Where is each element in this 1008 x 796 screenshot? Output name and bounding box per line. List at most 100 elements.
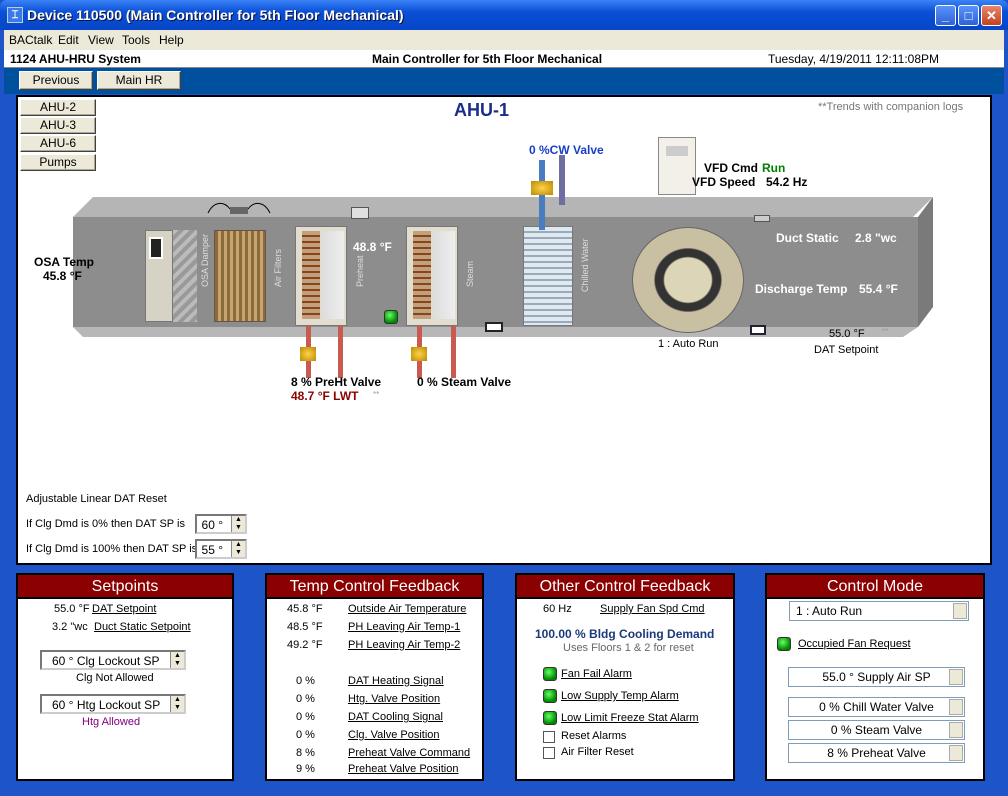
minimize-button[interactable]: _ [935,5,956,26]
diagram-title: AHU-1 [454,100,510,120]
dat-sp-link[interactable]: DAT Setpoint [92,603,156,615]
dropdown-button-icon[interactable] [953,603,967,619]
preheat-return-pipe [338,326,343,378]
mode-value: 1 : Auto Run [796,604,863,618]
close-button[interactable]: ✕ [981,5,1002,26]
fb-oat-link[interactable]: Outside Air Temperature [348,603,466,615]
menu-help[interactable]: Help [159,33,184,47]
htg-lockout-spinner[interactable]: 60 ° Htg Lockout SP ▲ ▼ [40,694,186,714]
reset-row1-label: If Clg Dmd is 0% then DAT SP is [26,518,185,530]
supply-air-sp-label: 55.0 ° Supply Air SP [822,670,931,684]
spinner-arrows-icon[interactable]: ▲ ▼ [231,516,245,532]
fb-dat-cool-link[interactable]: DAT Cooling Signal [348,711,443,723]
reset-row1-value: 60 ° [201,518,223,532]
fb-ph2-link[interactable]: PH Leaving Air Temp-2 [348,639,460,651]
title-bar: ⌶ Device 110500 (Main Controller for 5th… [0,0,1008,30]
menu-tools[interactable]: Tools [122,33,150,47]
selector-icon[interactable] [949,669,963,685]
fb-dat-heat-value: 0 % [296,675,315,687]
cw-valve-label: 0 %CW Valve [529,143,604,157]
ahu-2-button[interactable]: AHU-2 [20,99,96,116]
selector-icon[interactable] [949,745,963,761]
steam-valve-button[interactable]: 0 % Steam Valve [788,720,965,740]
setpoints-panel: Setpoints 55.0 °F DAT Setpoint 3.2 "wc D… [16,573,234,781]
freeze-stat-alarm-link[interactable]: Low Limit Freeze Stat Alarm [561,712,699,724]
fb-ph-cmd-link[interactable]: Preheat Valve Command [348,747,470,759]
reset-alarms-checkbox[interactable] [543,731,555,743]
reset-row2-value: 55 ° [201,543,223,557]
fan-fail-alarm-link[interactable]: Fan Fail Alarm [561,668,632,680]
fb-dat-cool-value: 0 % [296,711,315,723]
fb-ph-cmd-value: 8 % [296,747,315,759]
fb-ph1-link[interactable]: PH Leaving Air Temp-1 [348,621,460,633]
steam-label: Steam [465,260,475,287]
auto-run-status: 1 : Auto Run [658,338,719,350]
lwt-trend-mark: ** [373,390,380,399]
dat-sp-value: 55.0 °F [54,603,90,615]
controller-name: Main Controller for 5th Floor Mechanical [372,52,603,66]
reset-row2-spinner[interactable]: 55 ° ▲ ▼ [195,539,247,559]
spinner-arrows-icon[interactable]: ▲ ▼ [170,696,184,712]
bactalk-icon: ⌶ [7,7,23,23]
fb-htg-valve-value: 0 % [296,693,315,705]
menu-view[interactable]: View [88,33,114,47]
reset-row1-spinner[interactable]: 60 ° ▲ ▼ [195,514,247,534]
fb-ph1-value: 48.5 °F [287,621,323,633]
preheat-coil-fins [322,231,344,319]
temp-feedback-panel: Temp Control Feedback 45.8 °F Outside Ai… [265,573,484,781]
dat-setpoint-value: 55.0 °F [829,328,865,340]
fan-fail-led [543,667,557,681]
steam-valve-icon [411,347,427,361]
temp-feedback-title: Temp Control Feedback [267,575,482,599]
menu-bactalk[interactable]: BACtalk [9,33,52,47]
selector-icon[interactable] [949,699,963,715]
static-sp-link[interactable]: Duct Static Setpoint [94,621,191,633]
fb-ph-pos-link[interactable]: Preheat Valve Position [348,763,458,775]
preheat-valve-icon [300,347,316,361]
fb-htg-valve-link[interactable]: Htg. Valve Position [348,693,440,705]
spinner-arrows-icon[interactable]: ▲ ▼ [170,652,184,668]
selector-icon[interactable] [949,722,963,738]
clg-lockout-spinner[interactable]: 60 ° Clg Lockout SP ▲ ▼ [40,650,186,670]
chill-water-valve-label: 0 % Chill Water Valve [819,700,934,714]
fb-dat-heat-link[interactable]: DAT Heating Signal [348,675,444,687]
air-filters-label: Air Filters [273,249,283,287]
datetime: Tuesday, 4/19/2011 12:11:08PM [768,52,940,66]
spinner-arrows-icon[interactable]: ▲ ▼ [231,541,245,557]
control-mode-panel: Control Mode 1 : Auto Run Occupied Fan R… [765,573,985,781]
discharge-temp-label: Discharge Temp [755,282,848,296]
maximize-button[interactable]: □ [958,5,979,26]
low-supply-alarm-link[interactable]: Low Supply Temp Alarm [561,690,679,702]
htg-status: Htg Allowed [82,716,141,728]
cw-supply-pipe [539,160,545,230]
low-supply-led [543,689,557,703]
menu-edit[interactable]: Edit [58,33,79,47]
fb-clg-valve-link[interactable]: Clg. Valve Position [348,729,440,741]
preheat-lwt: 48.7 °F LWT [291,389,359,403]
osa-sensor-icon [149,237,163,259]
chilled-water-label: Chilled Water [580,238,590,292]
fan-spd-link[interactable]: Supply Fan Spd Cmd [600,603,705,615]
air-filter-reset-checkbox[interactable] [543,747,555,759]
main-hr-button[interactable]: Main HR [97,71,181,90]
freeze-stat-led [543,711,557,725]
discharge-temp-value: 55.4 °F [859,282,898,296]
occupied-fan-link[interactable]: Occupied Fan Request [798,638,911,650]
ahu-3-button[interactable]: AHU-3 [20,117,96,134]
chill-water-valve-button[interactable]: 0 % Chill Water Valve [788,697,965,717]
duct-static-value: 2.8 "wc [855,231,897,245]
damper-actuator-icon [204,201,271,217]
preheat-valve-button[interactable]: 8 % Preheat Valve [788,743,965,763]
supply-air-sp-button[interactable]: 55.0 ° Supply Air SP [788,667,965,687]
mode-dropdown[interactable]: 1 : Auto Run [789,601,969,621]
preheat-label: Preheat [355,255,365,287]
osa-damper-icon [173,230,197,322]
cw-return-pipe [559,155,565,205]
reset-alarms-label: Reset Alarms [561,730,627,742]
other-feedback-panel: Other Control Feedback 60 Hz Supply Fan … [515,573,735,781]
fb-oat-value: 45.8 °F [287,603,323,615]
vfd-drive-icon [658,137,696,195]
previous-button[interactable]: Previous [19,71,93,90]
setpoints-title: Setpoints [18,575,232,599]
steam-coil-icon [413,231,431,319]
